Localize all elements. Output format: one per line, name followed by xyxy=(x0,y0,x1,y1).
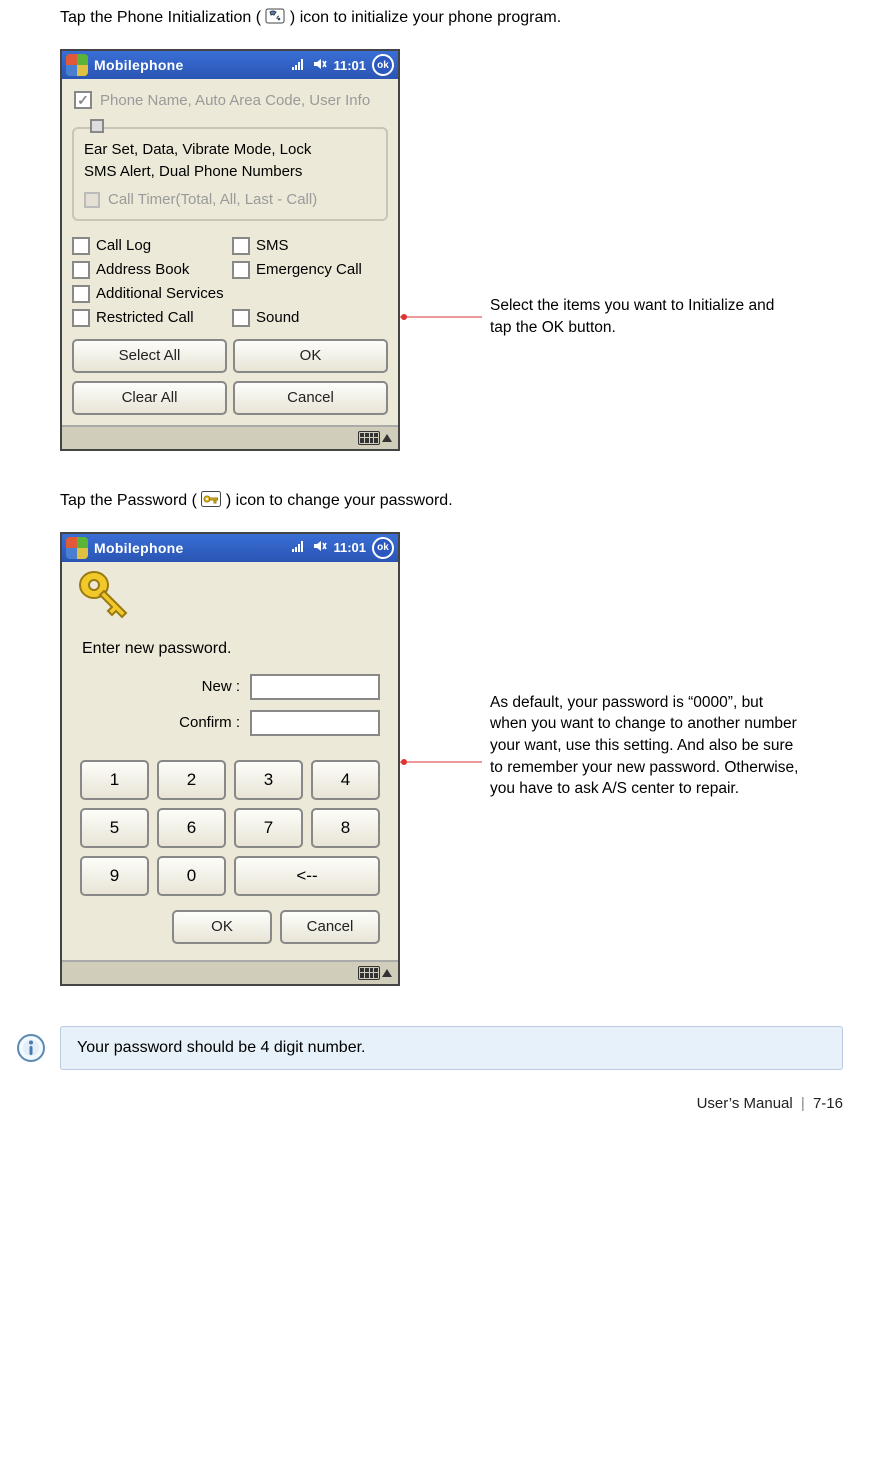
screenshot-password: Mobilephone 11:01 ok xyxy=(60,532,400,986)
clock-2: 11:01 xyxy=(333,540,366,555)
label-sms: SMS xyxy=(256,237,289,254)
sip-keyboard-icon[interactable] xyxy=(358,431,380,445)
speaker-icon-2[interactable] xyxy=(313,539,327,556)
intro-password: Tap the Password ( ) icon to change your… xyxy=(60,491,843,510)
intro1-post: ) icon to initialize your phone program. xyxy=(290,9,561,26)
group-line2: SMS Alert, Dual Phone Numbers xyxy=(84,161,376,183)
footer-page: 7-16 xyxy=(813,1095,843,1112)
key-0[interactable]: 0 xyxy=(157,856,226,896)
intro-phone-init: Tap the Phone Initialization ( ) icon to… xyxy=(60,8,843,27)
label-restricted-call: Restricted Call xyxy=(96,309,194,326)
sip-arrow-icon-2[interactable] xyxy=(382,969,392,977)
footer-sep: | xyxy=(801,1095,805,1112)
key-4[interactable]: 4 xyxy=(311,760,380,800)
label-additional-services: Additional Services xyxy=(96,285,224,302)
password-ok-button[interactable]: OK xyxy=(172,910,272,944)
key-7[interactable]: 7 xyxy=(234,808,303,848)
key-1[interactable]: 1 xyxy=(80,760,149,800)
label-phone-name: Phone Name, Auto Area Code, User Info xyxy=(100,91,370,111)
password-cancel-button[interactable]: Cancel xyxy=(280,910,380,944)
key-8[interactable]: 8 xyxy=(311,808,380,848)
key-9[interactable]: 9 xyxy=(80,856,149,896)
speaker-icon[interactable] xyxy=(313,57,327,74)
enter-password-title: Enter new password. xyxy=(82,640,380,658)
checkbox-sms[interactable] xyxy=(232,237,250,255)
confirm-label: Confirm : xyxy=(179,714,240,731)
label-call-timer: Call Timer(Total, All, Last - Call) xyxy=(108,189,317,211)
ok-button[interactable]: OK xyxy=(233,339,388,373)
checkbox-phone-name: ✓ xyxy=(74,91,92,109)
checkbox-sound[interactable] xyxy=(232,309,250,327)
confirm-password-input[interactable] xyxy=(250,710,380,736)
sip-arrow-icon[interactable] xyxy=(382,434,392,442)
callout-pointer-icon xyxy=(400,307,490,327)
key-3[interactable]: 3 xyxy=(234,760,303,800)
new-label: New : xyxy=(202,678,240,695)
key-6[interactable]: 6 xyxy=(157,808,226,848)
select-all-button[interactable]: Select All xyxy=(72,339,227,373)
checkbox-address-book[interactable] xyxy=(72,261,90,279)
page-footer: User’s Manual | 7-16 xyxy=(697,1095,843,1112)
key-5[interactable]: 5 xyxy=(80,808,149,848)
intro2-pre: Tap the Password ( xyxy=(60,492,197,509)
titlebar-2: Mobilephone 11:01 ok xyxy=(62,534,398,562)
note-box: Your password should be 4 digit number. xyxy=(60,1026,843,1070)
signal-icon-2 xyxy=(291,539,307,556)
app-title: Mobilephone xyxy=(94,57,184,73)
intro2-post: ) icon to change your password. xyxy=(226,492,453,509)
titlebar-ok-button-2[interactable]: ok xyxy=(372,537,394,559)
sip-keyboard-icon-2[interactable] xyxy=(358,966,380,980)
section-phone-name: ✓ Phone Name, Auto Area Code, User Info xyxy=(72,87,388,121)
key-2[interactable]: 2 xyxy=(157,760,226,800)
password-key-icon xyxy=(201,491,221,507)
clear-all-button[interactable]: Clear All xyxy=(72,381,227,415)
label-emergency-call: Emergency Call xyxy=(256,261,362,278)
titlebar: Mobilephone 11:01 ok xyxy=(62,51,398,79)
label-call-log: Call Log xyxy=(96,237,151,254)
callout-password: As default, your password is “0000”, but… xyxy=(490,692,800,800)
label-address-book: Address Book xyxy=(96,261,189,278)
new-password-input[interactable] xyxy=(250,674,380,700)
clock: 11:01 xyxy=(333,58,366,73)
cancel-button[interactable]: Cancel xyxy=(233,381,388,415)
checkbox-restricted-call[interactable] xyxy=(72,309,90,327)
titlebar-ok-button[interactable]: ok xyxy=(372,54,394,76)
checkbox-additional-services[interactable] xyxy=(72,285,90,303)
screenshot-initialization: Mobilephone 11:01 ok ✓ Phone Name, Auto … xyxy=(60,49,400,451)
intro1-pre: Tap the Phone Initialization ( xyxy=(60,9,261,26)
start-menu-icon[interactable] xyxy=(66,54,88,76)
callout-pointer-icon-2 xyxy=(400,752,490,772)
start-menu-icon-2[interactable] xyxy=(66,537,88,559)
group-line1: Ear Set, Data, Vibrate Mode, Lock xyxy=(84,139,376,161)
app-title-2: Mobilephone xyxy=(94,540,184,556)
callout-initialize: Select the items you want to Initialize … xyxy=(490,295,790,338)
signal-icon xyxy=(291,57,307,74)
footer-manual: User’s Manual xyxy=(697,1095,793,1112)
key-backspace[interactable]: <-- xyxy=(234,856,380,896)
checkbox-call-log[interactable] xyxy=(72,237,90,255)
checkbox-call-timer xyxy=(84,192,100,208)
checkbox-group-toggle[interactable] xyxy=(90,119,104,133)
label-sound: Sound xyxy=(256,309,299,326)
phone-init-icon xyxy=(265,8,285,24)
big-key-icon xyxy=(76,569,136,624)
checkbox-emergency-call[interactable] xyxy=(232,261,250,279)
info-icon xyxy=(16,1033,46,1063)
